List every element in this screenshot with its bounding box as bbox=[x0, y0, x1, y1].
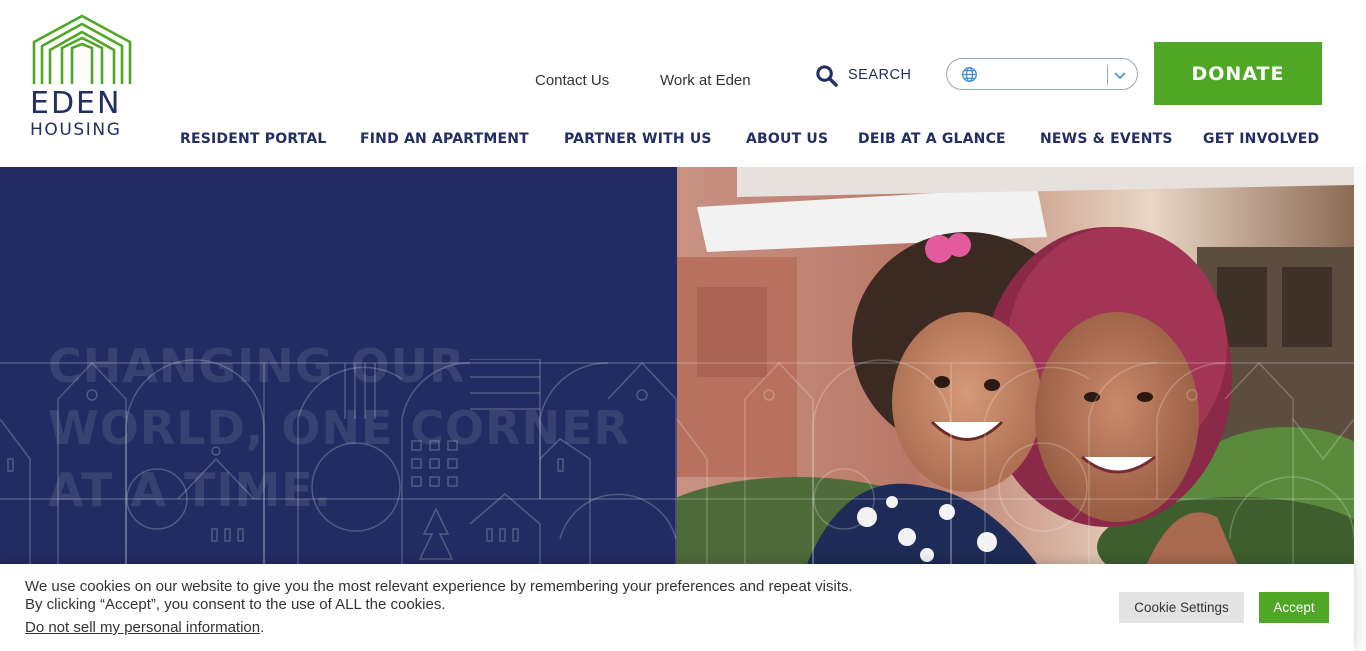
do-not-sell-link[interactable]: Do not sell my personal information bbox=[25, 619, 260, 636]
globe-icon bbox=[962, 67, 977, 82]
nav-resident-portal[interactable]: RESIDENT PORTAL bbox=[180, 131, 327, 147]
search-icon bbox=[816, 64, 838, 87]
logo-word-housing: HOUSING bbox=[30, 120, 122, 140]
contact-us-link[interactable]: Contact Us bbox=[535, 72, 609, 89]
cookie-settings-button[interactable]: Cookie Settings bbox=[1119, 592, 1244, 623]
nav-about-us[interactable]: ABOUT US bbox=[746, 131, 828, 147]
donate-button[interactable]: DONATE bbox=[1154, 42, 1322, 105]
nav-get-involved[interactable]: GET INVOLVED bbox=[1203, 131, 1319, 147]
cookie-accept-button[interactable]: Accept bbox=[1259, 592, 1329, 623]
hero-section: CHANGING OUR WORLD, ONE CORNER AT A TIME… bbox=[0, 167, 1354, 564]
nav-partner-with-us[interactable]: PARTNER WITH US bbox=[564, 131, 712, 147]
cookie-message-line2: By clicking “Accept”, you consent to the… bbox=[25, 596, 446, 613]
page-scrollbar[interactable] bbox=[1354, 167, 1366, 651]
house-line-pattern bbox=[0, 359, 1354, 564]
do-not-sell-suffix: . bbox=[260, 619, 265, 636]
logo-word-eden: EDEN bbox=[30, 86, 122, 121]
search-label: SEARCH bbox=[848, 67, 912, 83]
work-at-eden-link[interactable]: Work at Eden bbox=[660, 72, 751, 89]
language-selector[interactable] bbox=[946, 58, 1138, 90]
select-divider bbox=[1107, 65, 1108, 85]
logo-wordmark: EDEN HOUSING bbox=[30, 86, 134, 141]
cookie-message-line1: We use cookies on our website to give yo… bbox=[25, 578, 853, 595]
house-outline-icon bbox=[32, 14, 132, 84]
eden-housing-logo[interactable]: EDEN HOUSING bbox=[30, 14, 134, 146]
site-header: EDEN HOUSING Contact Us Work at Eden SEA… bbox=[0, 0, 1366, 167]
search-button[interactable]: SEARCH bbox=[815, 60, 911, 90]
nav-find-an-apartment[interactable]: FIND AN APARTMENT bbox=[360, 131, 529, 147]
nav-deib-at-a-glance[interactable]: DEIB AT A GLANCE bbox=[858, 131, 1006, 147]
do-not-sell-row: Do not sell my personal information. bbox=[25, 619, 264, 636]
nav-news-events[interactable]: NEWS & EVENTS bbox=[1040, 131, 1173, 147]
cookie-message: We use cookies on our website to give yo… bbox=[25, 578, 853, 614]
chevron-down-icon bbox=[1114, 72, 1126, 80]
cookie-consent-bar: We use cookies on our website to give yo… bbox=[0, 564, 1354, 651]
